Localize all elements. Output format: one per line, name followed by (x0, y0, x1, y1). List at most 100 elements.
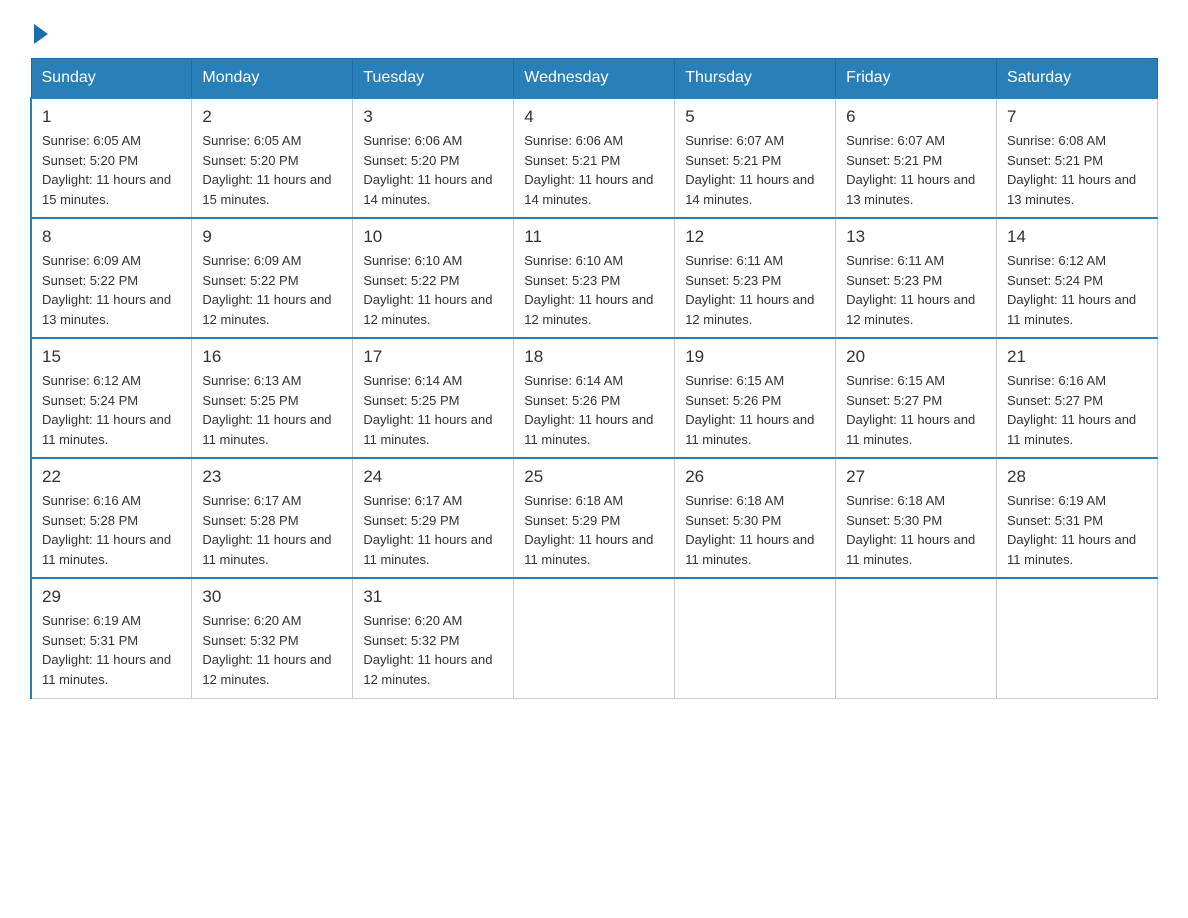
day-info: Sunrise: 6:19 AM Sunset: 5:31 PM Dayligh… (42, 611, 181, 689)
day-number: 4 (524, 107, 664, 127)
calendar-cell: 30 Sunrise: 6:20 AM Sunset: 5:32 PM Dayl… (192, 578, 353, 698)
day-info: Sunrise: 6:07 AM Sunset: 5:21 PM Dayligh… (685, 131, 825, 209)
day-info: Sunrise: 6:15 AM Sunset: 5:26 PM Dayligh… (685, 371, 825, 449)
day-number: 28 (1007, 467, 1147, 487)
calendar-cell: 6 Sunrise: 6:07 AM Sunset: 5:21 PM Dayli… (836, 98, 997, 218)
header-thursday: Thursday (675, 59, 836, 99)
day-number: 22 (42, 467, 181, 487)
day-info: Sunrise: 6:06 AM Sunset: 5:21 PM Dayligh… (524, 131, 664, 209)
day-info: Sunrise: 6:12 AM Sunset: 5:24 PM Dayligh… (1007, 251, 1147, 329)
header-saturday: Saturday (997, 59, 1158, 99)
day-info: Sunrise: 6:05 AM Sunset: 5:20 PM Dayligh… (42, 131, 181, 209)
week-row-2: 8 Sunrise: 6:09 AM Sunset: 5:22 PM Dayli… (31, 218, 1158, 338)
day-number: 11 (524, 227, 664, 247)
day-info: Sunrise: 6:14 AM Sunset: 5:25 PM Dayligh… (363, 371, 503, 449)
calendar-cell: 13 Sunrise: 6:11 AM Sunset: 5:23 PM Dayl… (836, 218, 997, 338)
week-row-5: 29 Sunrise: 6:19 AM Sunset: 5:31 PM Dayl… (31, 578, 1158, 698)
day-number: 6 (846, 107, 986, 127)
calendar-cell: 20 Sunrise: 6:15 AM Sunset: 5:27 PM Dayl… (836, 338, 997, 458)
day-info: Sunrise: 6:17 AM Sunset: 5:28 PM Dayligh… (202, 491, 342, 569)
calendar-cell: 16 Sunrise: 6:13 AM Sunset: 5:25 PM Dayl… (192, 338, 353, 458)
day-number: 21 (1007, 347, 1147, 367)
calendar-cell: 22 Sunrise: 6:16 AM Sunset: 5:28 PM Dayl… (31, 458, 192, 578)
day-info: Sunrise: 6:05 AM Sunset: 5:20 PM Dayligh… (202, 131, 342, 209)
calendar-cell: 7 Sunrise: 6:08 AM Sunset: 5:21 PM Dayli… (997, 98, 1158, 218)
day-info: Sunrise: 6:18 AM Sunset: 5:30 PM Dayligh… (846, 491, 986, 569)
day-number: 24 (363, 467, 503, 487)
day-number: 10 (363, 227, 503, 247)
day-number: 20 (846, 347, 986, 367)
day-number: 1 (42, 107, 181, 127)
day-info: Sunrise: 6:14 AM Sunset: 5:26 PM Dayligh… (524, 371, 664, 449)
day-number: 19 (685, 347, 825, 367)
calendar-cell: 26 Sunrise: 6:18 AM Sunset: 5:30 PM Dayl… (675, 458, 836, 578)
day-number: 25 (524, 467, 664, 487)
calendar-cell: 12 Sunrise: 6:11 AM Sunset: 5:23 PM Dayl… (675, 218, 836, 338)
calendar-table: SundayMondayTuesdayWednesdayThursdayFrid… (30, 58, 1158, 699)
day-info: Sunrise: 6:07 AM Sunset: 5:21 PM Dayligh… (846, 131, 986, 209)
day-number: 7 (1007, 107, 1147, 127)
day-number: 30 (202, 587, 342, 607)
day-info: Sunrise: 6:12 AM Sunset: 5:24 PM Dayligh… (42, 371, 181, 449)
header-tuesday: Tuesday (353, 59, 514, 99)
calendar-cell: 17 Sunrise: 6:14 AM Sunset: 5:25 PM Dayl… (353, 338, 514, 458)
calendar-cell: 4 Sunrise: 6:06 AM Sunset: 5:21 PM Dayli… (514, 98, 675, 218)
calendar-cell: 8 Sunrise: 6:09 AM Sunset: 5:22 PM Dayli… (31, 218, 192, 338)
week-row-4: 22 Sunrise: 6:16 AM Sunset: 5:28 PM Dayl… (31, 458, 1158, 578)
day-number: 23 (202, 467, 342, 487)
day-info: Sunrise: 6:10 AM Sunset: 5:23 PM Dayligh… (524, 251, 664, 329)
calendar-cell: 10 Sunrise: 6:10 AM Sunset: 5:22 PM Dayl… (353, 218, 514, 338)
day-info: Sunrise: 6:20 AM Sunset: 5:32 PM Dayligh… (202, 611, 342, 689)
day-info: Sunrise: 6:15 AM Sunset: 5:27 PM Dayligh… (846, 371, 986, 449)
logo (30, 20, 48, 38)
day-info: Sunrise: 6:09 AM Sunset: 5:22 PM Dayligh… (202, 251, 342, 329)
day-number: 27 (846, 467, 986, 487)
day-number: 29 (42, 587, 181, 607)
day-info: Sunrise: 6:09 AM Sunset: 5:22 PM Dayligh… (42, 251, 181, 329)
header-monday: Monday (192, 59, 353, 99)
calendar-cell: 5 Sunrise: 6:07 AM Sunset: 5:21 PM Dayli… (675, 98, 836, 218)
day-info: Sunrise: 6:16 AM Sunset: 5:28 PM Dayligh… (42, 491, 181, 569)
calendar-cell: 2 Sunrise: 6:05 AM Sunset: 5:20 PM Dayli… (192, 98, 353, 218)
week-row-3: 15 Sunrise: 6:12 AM Sunset: 5:24 PM Dayl… (31, 338, 1158, 458)
calendar-header-row: SundayMondayTuesdayWednesdayThursdayFrid… (31, 59, 1158, 99)
day-info: Sunrise: 6:06 AM Sunset: 5:20 PM Dayligh… (363, 131, 503, 209)
day-number: 26 (685, 467, 825, 487)
day-info: Sunrise: 6:17 AM Sunset: 5:29 PM Dayligh… (363, 491, 503, 569)
calendar-cell: 23 Sunrise: 6:17 AM Sunset: 5:28 PM Dayl… (192, 458, 353, 578)
calendar-cell: 28 Sunrise: 6:19 AM Sunset: 5:31 PM Dayl… (997, 458, 1158, 578)
day-number: 2 (202, 107, 342, 127)
day-info: Sunrise: 6:11 AM Sunset: 5:23 PM Dayligh… (846, 251, 986, 329)
header-friday: Friday (836, 59, 997, 99)
calendar-cell: 18 Sunrise: 6:14 AM Sunset: 5:26 PM Dayl… (514, 338, 675, 458)
calendar-cell: 15 Sunrise: 6:12 AM Sunset: 5:24 PM Dayl… (31, 338, 192, 458)
calendar-cell (514, 578, 675, 698)
calendar-cell: 14 Sunrise: 6:12 AM Sunset: 5:24 PM Dayl… (997, 218, 1158, 338)
page-header (30, 20, 1158, 38)
calendar-cell: 29 Sunrise: 6:19 AM Sunset: 5:31 PM Dayl… (31, 578, 192, 698)
calendar-cell: 1 Sunrise: 6:05 AM Sunset: 5:20 PM Dayli… (31, 98, 192, 218)
calendar-cell: 21 Sunrise: 6:16 AM Sunset: 5:27 PM Dayl… (997, 338, 1158, 458)
day-number: 14 (1007, 227, 1147, 247)
header-wednesday: Wednesday (514, 59, 675, 99)
day-info: Sunrise: 6:10 AM Sunset: 5:22 PM Dayligh… (363, 251, 503, 329)
day-info: Sunrise: 6:13 AM Sunset: 5:25 PM Dayligh… (202, 371, 342, 449)
week-row-1: 1 Sunrise: 6:05 AM Sunset: 5:20 PM Dayli… (31, 98, 1158, 218)
calendar-cell: 25 Sunrise: 6:18 AM Sunset: 5:29 PM Dayl… (514, 458, 675, 578)
day-info: Sunrise: 6:08 AM Sunset: 5:21 PM Dayligh… (1007, 131, 1147, 209)
calendar-cell (675, 578, 836, 698)
day-info: Sunrise: 6:11 AM Sunset: 5:23 PM Dayligh… (685, 251, 825, 329)
calendar-cell (836, 578, 997, 698)
day-info: Sunrise: 6:19 AM Sunset: 5:31 PM Dayligh… (1007, 491, 1147, 569)
calendar-cell: 19 Sunrise: 6:15 AM Sunset: 5:26 PM Dayl… (675, 338, 836, 458)
day-number: 3 (363, 107, 503, 127)
day-number: 31 (363, 587, 503, 607)
day-number: 15 (42, 347, 181, 367)
calendar-cell: 24 Sunrise: 6:17 AM Sunset: 5:29 PM Dayl… (353, 458, 514, 578)
day-info: Sunrise: 6:18 AM Sunset: 5:29 PM Dayligh… (524, 491, 664, 569)
calendar-cell: 11 Sunrise: 6:10 AM Sunset: 5:23 PM Dayl… (514, 218, 675, 338)
calendar-cell: 31 Sunrise: 6:20 AM Sunset: 5:32 PM Dayl… (353, 578, 514, 698)
day-info: Sunrise: 6:20 AM Sunset: 5:32 PM Dayligh… (363, 611, 503, 689)
logo-arrow-icon (34, 24, 48, 44)
day-number: 9 (202, 227, 342, 247)
